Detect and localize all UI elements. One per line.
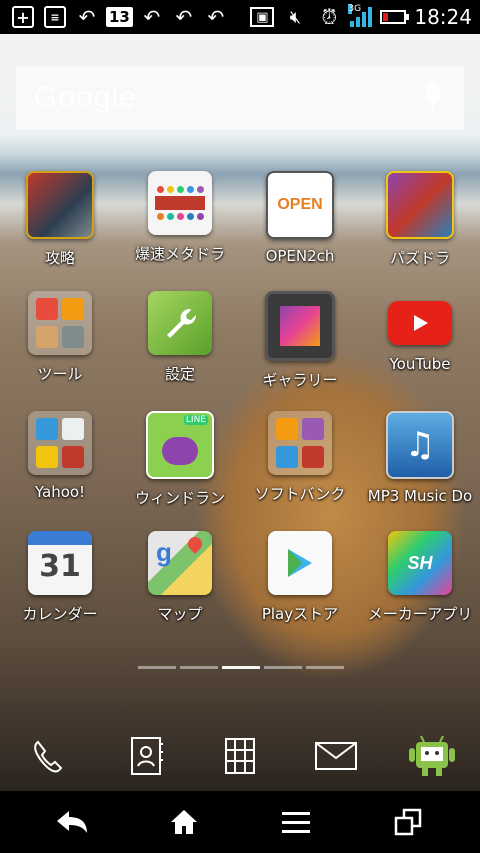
windrun-icon: LINE <box>146 411 214 479</box>
app-folder-softbank[interactable]: ソフトバンク <box>240 405 360 515</box>
signal-icon: 3G <box>348 4 373 27</box>
app-label: MP3 Music Do <box>367 487 473 505</box>
open-sign-icon: OPEN <box>266 171 334 239</box>
app-label: パズドラ <box>389 249 450 267</box>
app-label: OPEN2ch <box>265 247 335 265</box>
folder-icon <box>28 291 92 355</box>
app-kouryaku[interactable]: 攻略 <box>0 165 120 275</box>
page-dot <box>138 666 176 669</box>
line-badge-text: LINE <box>183 415 208 425</box>
phone-icon[interactable] <box>18 728 78 784</box>
app-label: ツール <box>37 365 83 383</box>
app-youtube[interactable]: YouTube <box>360 285 480 395</box>
app-gallery[interactable]: ギャラリー <box>240 285 360 395</box>
wrench-icon <box>148 291 212 355</box>
app-label: マップ <box>157 605 203 623</box>
dragon-warrior-icon <box>26 171 94 239</box>
reply-icon: ↶ <box>143 5 161 29</box>
maps-icon: g <box>148 531 212 595</box>
mute-icon: 🔇︎ <box>289 6 302 28</box>
calendar-day-text: 31 <box>39 549 81 584</box>
open-sign-text: OPEN <box>277 196 323 213</box>
app-label: 爆速メタドラ <box>134 245 225 263</box>
app-open2ch[interactable]: OPEN OPEN2ch <box>240 165 360 275</box>
clock: 18:24 <box>414 5 472 29</box>
app-drawer-icon[interactable] <box>210 728 270 784</box>
list-icon: ≡ <box>42 5 68 29</box>
add-icon: + <box>10 5 36 29</box>
app-label: 設定 <box>164 365 195 383</box>
dock <box>0 720 480 790</box>
alarm-icon: ⏰︎ <box>321 5 338 29</box>
page-dot <box>264 666 302 669</box>
android-icon[interactable] <box>402 728 462 784</box>
color-dots-icon <box>148 171 212 235</box>
app-calendar[interactable]: 31 カレンダー <box>0 525 120 635</box>
folder-icon <box>28 411 92 475</box>
youtube-icon <box>388 301 452 345</box>
network-type: 3G <box>348 4 362 14</box>
mic-icon[interactable] <box>426 82 440 112</box>
app-windrun[interactable]: LINE ウィンドラン <box>120 405 240 515</box>
app-label: Yahoo! <box>34 483 86 501</box>
page-dot <box>306 666 344 669</box>
google-logo: Google <box>34 81 137 114</box>
app-pazudora[interactable]: パズドラ <box>360 165 480 275</box>
home-icon[interactable] <box>144 791 224 853</box>
app-settings[interactable]: 設定 <box>120 285 240 395</box>
gallery-icon <box>265 291 335 361</box>
app-label: ソフトバンク <box>254 485 346 503</box>
app-label: カレンダー <box>22 605 98 623</box>
app-maker-apps[interactable]: SH メーカーアプリ <box>360 525 480 635</box>
back-icon[interactable] <box>32 791 112 853</box>
google-search-bar[interactable]: Google <box>16 66 464 130</box>
app-label: メーカーアプリ <box>367 605 473 623</box>
play-store-icon <box>268 531 332 595</box>
calendar-icon: 31 <box>28 531 92 595</box>
page-dot <box>180 666 218 669</box>
sh-cards-icon: SH <box>388 531 452 595</box>
app-label: Playストア <box>261 605 339 623</box>
app-play-store[interactable]: Playストア <box>240 525 360 635</box>
dragon-icon <box>386 171 454 239</box>
folder-icon <box>268 411 332 475</box>
reply-icon: ↶ <box>78 5 96 29</box>
music-note-icon: ♫ <box>386 411 454 479</box>
nfc-icon: ▣ <box>250 7 275 27</box>
app-label: ギャラリー <box>262 371 338 389</box>
menu-icon[interactable] <box>256 791 336 853</box>
recent-apps-icon[interactable] <box>368 791 448 853</box>
app-bakusoku-metadora[interactable]: 爆速メタドラ <box>120 165 240 275</box>
app-mp3-music[interactable]: ♫ MP3 Music Do <box>360 405 480 515</box>
page-indicator <box>138 666 344 669</box>
navigation-bar <box>0 791 480 853</box>
mail-icon[interactable] <box>306 728 366 784</box>
status-bar: + ≡ ↶ 13 ↶ ↶ ↶ ▣ 🔇︎ ⏰︎ 3G 18:24 <box>0 0 480 34</box>
battery-icon <box>380 10 410 24</box>
app-folder-yahoo[interactable]: Yahoo! <box>0 405 120 515</box>
sh-text: SH <box>407 552 433 573</box>
contacts-icon[interactable] <box>116 728 176 784</box>
app-label: 攻略 <box>44 249 75 267</box>
app-label: ウィンドラン <box>134 489 225 507</box>
page-dot-active <box>222 666 260 669</box>
app-maps[interactable]: g マップ <box>120 525 240 635</box>
reply-icon: ↶ <box>175 5 193 29</box>
notification-count-badge: 13 <box>106 7 133 27</box>
reply-icon: ↶ <box>207 5 225 29</box>
app-label: YouTube <box>389 355 451 373</box>
app-folder-tools[interactable]: ツール <box>0 285 120 395</box>
